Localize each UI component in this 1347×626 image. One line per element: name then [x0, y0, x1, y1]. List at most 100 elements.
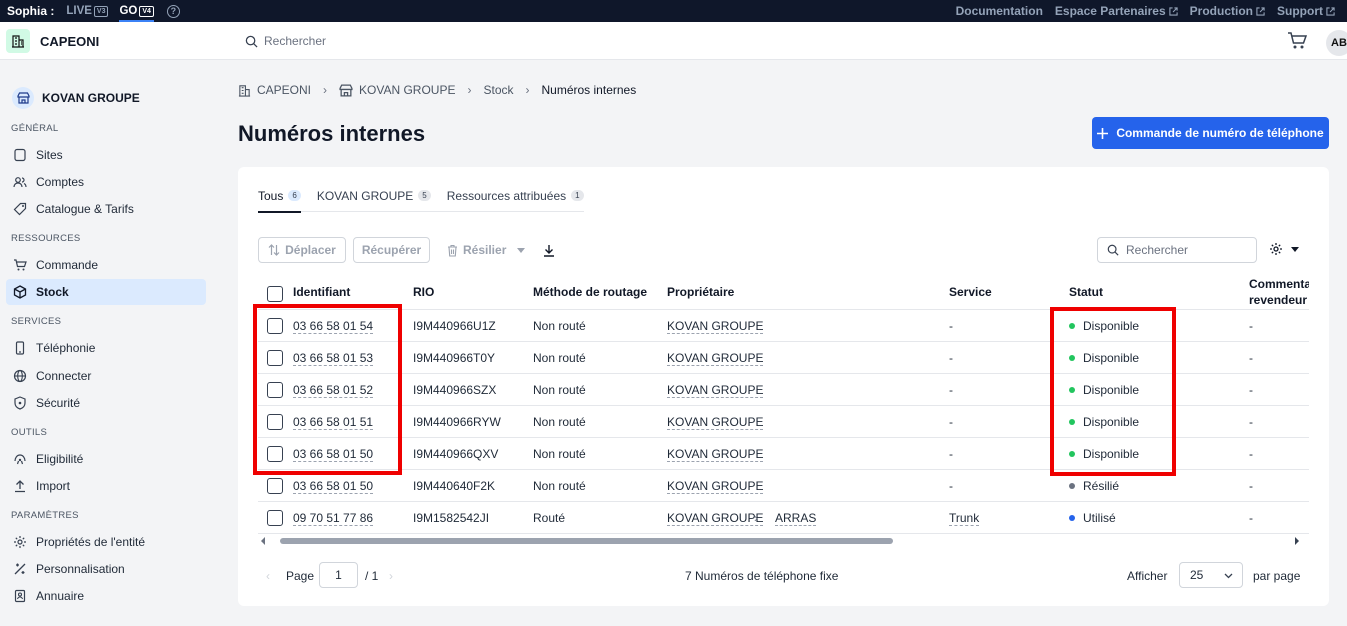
column-header-proprietaire[interactable]: Propriétaire [667, 285, 734, 299]
per-page-value: 25 [1190, 568, 1204, 582]
sidebar-item-commande[interactable]: Commande [6, 252, 206, 278]
section-outils: OUTILS [11, 427, 48, 438]
routing-cell: Non routé [533, 415, 586, 429]
store-icon [12, 87, 34, 109]
page-number-input[interactable]: 1 [319, 562, 358, 588]
tab-kovan-groupe[interactable]: KOVAN GROUPE 5 [317, 187, 431, 212]
column-header-rio[interactable]: RIO [413, 285, 434, 299]
sidebar-item-annuaire[interactable]: Annuaire [6, 583, 206, 609]
horizontal-scrollbar[interactable] [258, 535, 1309, 547]
sidebar-item-label: Connecter [36, 369, 92, 383]
column-header-statut[interactable]: Statut [1069, 285, 1103, 299]
terminate-button[interactable]: Résilier [447, 237, 526, 263]
row-checkbox[interactable] [267, 478, 283, 494]
top-bar: Sophia : LIVE V3 GO V4 ? Documentation Esp… [0, 0, 1347, 22]
site-link[interactable]: ARRAS [775, 511, 817, 526]
tag-icon [13, 202, 27, 216]
status-dot-icon [1069, 483, 1075, 489]
sidebar-item-catalogue[interactable]: Catalogue & Tarifs [6, 196, 206, 222]
owner-link[interactable]: KOVAN GROUPE [667, 383, 764, 398]
sidebar-item-import[interactable]: Import [6, 473, 206, 499]
next-page-icon[interactable]: › [389, 569, 393, 583]
rio-cell: I9M440966T0Y [413, 351, 496, 365]
sidebar-item-stock[interactable]: Stock [6, 279, 206, 305]
number-link[interactable]: 09 70 51 77 86 [293, 511, 374, 526]
per-page-select[interactable]: 25 [1179, 562, 1243, 588]
tab-tous[interactable]: Tous 6 [258, 187, 301, 213]
users-icon [13, 177, 27, 188]
breadcrumb-label: Numéros internes [541, 83, 637, 97]
table-search-input[interactable]: Rechercher [1097, 237, 1257, 263]
sidebar-item-comptes[interactable]: Comptes [6, 169, 206, 195]
help-icon[interactable]: ? [166, 4, 180, 18]
service-link[interactable]: Trunk [949, 511, 980, 526]
documentation-link[interactable]: Documentation [956, 4, 1043, 18]
gear-icon [14, 536, 26, 548]
sidebar-item-personnalisation[interactable]: Personnalisation [6, 556, 206, 582]
service-cell: - [949, 447, 953, 461]
rio-cell: I9M440966U1Z [413, 319, 496, 333]
tab-label: KOVAN GROUPE [316, 189, 414, 203]
env-live-link[interactable]: LIVE V3 [66, 0, 109, 22]
env-go-link[interactable]: GO V4 [119, 0, 155, 22]
column-header-service[interactable]: Service [949, 285, 992, 299]
download-button[interactable] [543, 237, 555, 263]
rio-cell: I9M440640F2K [413, 479, 496, 493]
sidebar-item-telephonie[interactable]: Téléphonie [6, 335, 206, 361]
section-services: SERVICES [11, 316, 62, 327]
service-cell: - [949, 319, 953, 333]
move-arrows-icon [268, 244, 280, 256]
owner-link[interactable]: KOVAN GROUPE [667, 479, 764, 494]
search-placeholder: Rechercher [264, 34, 327, 48]
production-link[interactable]: Production [1190, 4, 1265, 18]
building-logo-icon[interactable] [6, 29, 30, 53]
customize-icon [14, 563, 26, 575]
table-row[interactable]: 09 70 51 77 86 I9M1582542JI Routé KOVAN GRO… [258, 502, 1309, 534]
sidebar-item-securite[interactable]: Sécurité [6, 390, 206, 416]
sidebar-item-label: Propriétés de l'entité [36, 535, 146, 549]
order-phone-number-button[interactable]: Commande de numéro de téléphone [1092, 117, 1329, 149]
recover-button[interactable]: Récupérer [353, 237, 430, 263]
column-header-commentaire[interactable]: Commentaire revendeur [1249, 276, 1309, 308]
support-link[interactable]: Support [1277, 4, 1335, 18]
rio-cell: I9M1582542JI [413, 511, 490, 525]
partners-link[interactable]: Espace Partenaires [1055, 4, 1178, 18]
sidebar-item-sites[interactable]: Sites [6, 142, 206, 168]
table-settings-button[interactable] [1269, 242, 1299, 256]
breadcrumb-stock[interactable]: Stock [483, 83, 513, 97]
comment-cell: - [1249, 479, 1253, 493]
status-label: Utilisé [1083, 511, 1116, 525]
move-button[interactable]: Déplacer [258, 237, 346, 263]
sidebar-item-eligibilite[interactable]: Eligibilité [6, 446, 206, 472]
owner-link[interactable]: KOVAN GROUPE [667, 511, 764, 526]
result-count: 7 Numéros de téléphone fixe [685, 569, 839, 583]
sidebar-item-proprietes[interactable]: Propriétés de l'entité [6, 529, 206, 555]
entity-selector[interactable]: KOVAN GROUPE [12, 87, 140, 109]
per-page-suffix: par page [1253, 569, 1301, 583]
owner-link[interactable]: KOVAN GROUPE [667, 319, 764, 334]
global-search-input[interactable]: Rechercher [245, 34, 326, 48]
cart-icon[interactable] [1287, 32, 1307, 50]
tab-ressources-attribuees[interactable]: Ressources attribuées 1 [447, 187, 584, 212]
caret-down-icon [1291, 246, 1299, 252]
breadcrumb-capeoni[interactable]: CAPEONI [238, 83, 311, 97]
owner-link[interactable]: KOVAN GROUPE [667, 351, 764, 366]
highlight-box-identifiants [253, 304, 402, 475]
highlight-box-statuts [1050, 307, 1176, 476]
env-live-version: V3 [93, 5, 109, 17]
row-checkbox[interactable] [267, 510, 283, 526]
owner-link[interactable]: KOVAN GROUPE [667, 447, 764, 462]
sidebar-item-label: Stock [36, 285, 69, 299]
number-link[interactable]: 03 66 58 01 50 [293, 479, 374, 494]
upload-icon [15, 480, 25, 493]
sidebar-item-connecter[interactable]: Connecter [6, 363, 206, 389]
prev-page-icon[interactable]: ‹ [266, 569, 270, 583]
breadcrumb-kovan[interactable]: KOVAN GROUPE [339, 83, 455, 97]
owner-link[interactable]: KOVAN GROUPE [667, 415, 764, 430]
service-cell: - [949, 383, 953, 397]
select-all-checkbox[interactable] [267, 286, 283, 302]
column-header-routage[interactable]: Méthode de routage [533, 285, 647, 299]
user-avatar[interactable]: AB [1326, 30, 1347, 56]
comment-cell: - [1249, 447, 1253, 461]
column-header-identifiant[interactable]: Identifiant [293, 285, 350, 299]
